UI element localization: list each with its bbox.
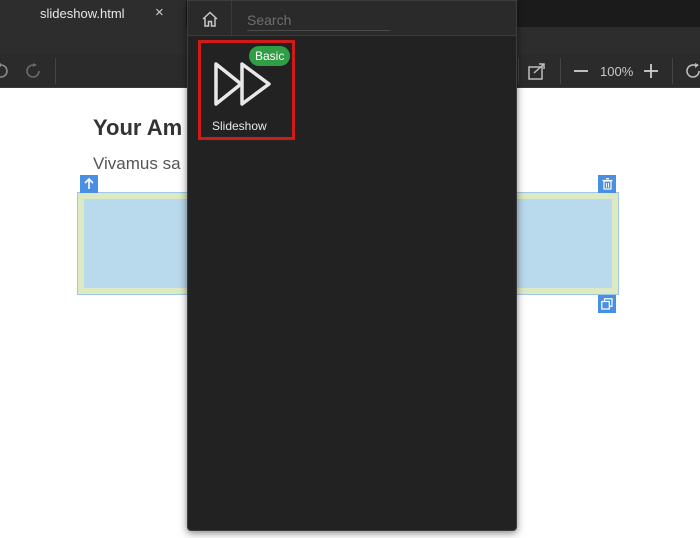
zoom-level: 100%	[600, 64, 634, 79]
trash-icon[interactable]	[598, 175, 616, 193]
tab-title: slideshow.html	[40, 6, 125, 21]
block-item-slideshow[interactable]: Basic Slideshow	[198, 40, 295, 140]
toolbar-divider	[55, 58, 56, 84]
undo-icon[interactable]	[0, 62, 10, 80]
redo-icon[interactable]	[24, 62, 42, 80]
toolbar-divider	[672, 58, 673, 84]
share-icon[interactable]	[527, 61, 547, 81]
page-paragraph: Vivamus sa	[93, 154, 181, 173]
duplicate-icon[interactable]	[598, 295, 616, 313]
block-picker-panel: Basic Slideshow	[187, 0, 517, 531]
toolbar-divider	[560, 58, 561, 84]
zoom-in-icon[interactable]	[642, 62, 660, 80]
home-icon	[201, 10, 218, 27]
tab-slideshow[interactable]: slideshow.html ×	[0, 0, 186, 27]
tab-close-icon[interactable]: ×	[155, 4, 164, 21]
zoom-out-icon[interactable]	[572, 62, 590, 80]
home-button[interactable]	[188, 1, 232, 36]
move-handle-icon[interactable]	[80, 175, 98, 193]
refresh-icon[interactable]	[684, 62, 700, 80]
fast-forward-icon	[214, 62, 271, 106]
page-heading: Your Am	[93, 115, 183, 140]
panel-header	[188, 1, 516, 36]
toolbar-divider	[518, 58, 519, 84]
search-input[interactable]	[247, 10, 390, 31]
basic-badge: Basic	[249, 46, 291, 66]
block-item-label: Slideshow	[212, 119, 267, 133]
